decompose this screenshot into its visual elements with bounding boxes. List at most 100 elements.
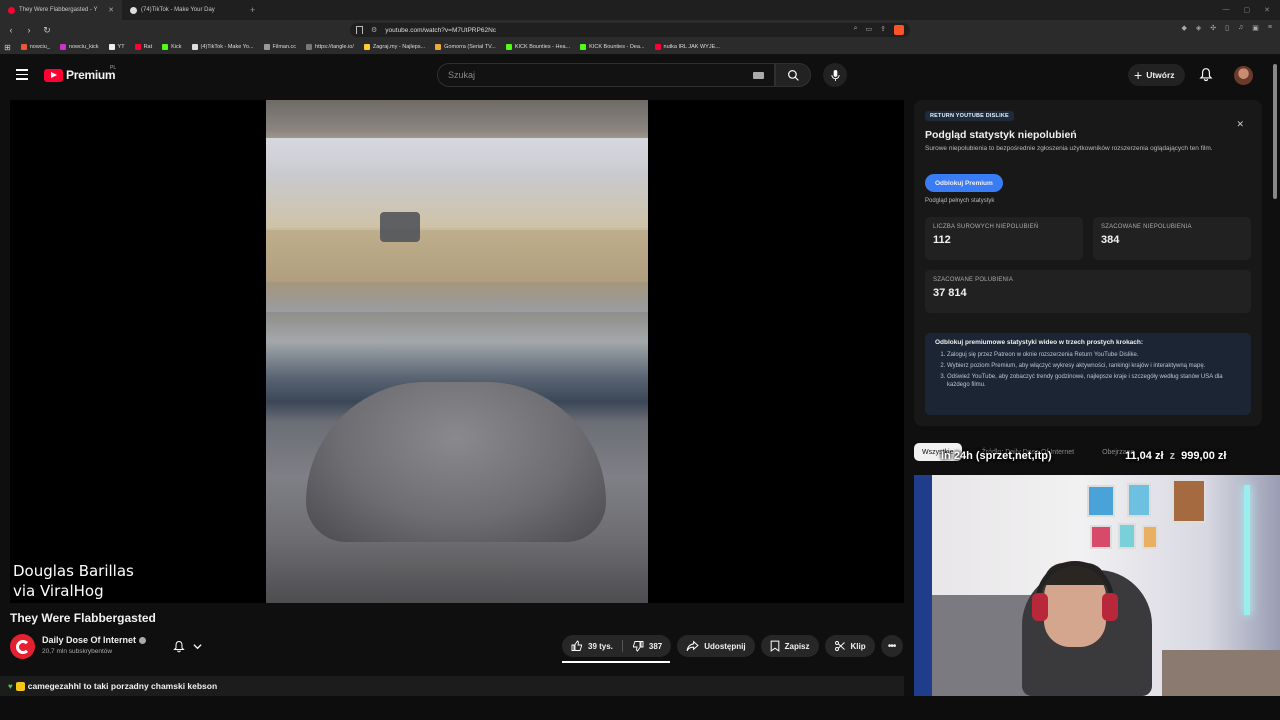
dislike-button[interactable]: 387 (623, 635, 671, 657)
bookmark-label: KICK Bounties - Hea... (514, 44, 571, 50)
stat-label: SZACOWANE NIEPOLUBIENIA (1101, 224, 1192, 230)
subscription-bell-button[interactable] (165, 635, 211, 657)
menu-hamburger-icon[interactable] (16, 69, 28, 83)
site-info-icon[interactable]: ⚙ (371, 26, 377, 34)
extension-icon[interactable]: ◈ (1196, 24, 1201, 32)
media-icon[interactable]: ♫ (1238, 24, 1243, 32)
close-window-icon[interactable]: ✕ (1264, 6, 1270, 14)
menu-icon[interactable]: ≡ (1268, 24, 1272, 32)
extension-icon[interactable]: ◆ (1182, 24, 1187, 32)
stat-estimated-likes: SZACOWANE POLUBIENIA 37 814 (925, 270, 1251, 313)
brave-shields-icon[interactable] (894, 25, 904, 35)
share-button[interactable]: Udostępnij (677, 635, 755, 657)
new-tab-icon[interactable]: + (244, 5, 261, 15)
close-icon[interactable]: ✕ (1236, 119, 1244, 130)
page-scrollbar[interactable] (1273, 60, 1278, 696)
dislike-count: 387 (648, 641, 663, 651)
youtube-logo[interactable]: Premium PL (44, 65, 116, 82)
channel-avatar[interactable] (10, 634, 35, 659)
voice-search-button[interactable] (823, 63, 847, 87)
screenshot-icon[interactable]: ▭ (866, 25, 873, 35)
scissors-icon (834, 641, 845, 651)
forward-icon[interactable]: › (22, 25, 36, 35)
preview-label: Podgląd pełnych statystyk (925, 198, 995, 204)
stat-value: 37 814 (933, 287, 967, 299)
keyboard-icon[interactable] (753, 72, 764, 79)
search-input[interactable]: Szukaj (437, 63, 775, 87)
notifications-button[interactable] (1199, 67, 1213, 87)
create-button[interactable]: + Utwórz (1128, 64, 1185, 86)
bookmark-label: Rat (143, 44, 153, 50)
scrollbar-thumb[interactable] (1273, 64, 1277, 199)
bookmarks-bar: ⊞ nowciu_ nowciu_kick YT Rat Kick (4)Tik… (0, 40, 1280, 55)
bookmark-item[interactable]: Filman.cc (263, 44, 296, 50)
youtube-favicon-icon (8, 6, 15, 14)
bookmark-item[interactable]: nowciu_kick (59, 44, 99, 50)
like-count: 39 tys. (588, 641, 613, 651)
thumbs-down-icon (632, 641, 644, 652)
close-tab-icon[interactable]: ✕ (108, 6, 114, 14)
user-avatar[interactable] (1234, 66, 1253, 85)
bookmark-item[interactable]: Zagraj.my - Najleps... (363, 44, 425, 50)
clip-label: Klip (850, 641, 866, 651)
minimize-icon[interactable]: — (1223, 6, 1230, 14)
like-dislike-group: 39 tys. 387 (562, 635, 672, 663)
more-actions-button[interactable]: ••• (880, 635, 903, 657)
bookmark-item[interactable]: nutka IRL JAK WYJE... (654, 44, 720, 50)
plus-icon: + (1134, 67, 1143, 83)
stat-value: 112 (933, 234, 951, 246)
stat-label: LICZBA SUROWYCH NIEPOLUBIEŃ (933, 224, 1039, 230)
donation-goal-progress: 11,04 zł z 999,00 zł (1125, 450, 1226, 462)
tab-tiktok[interactable]: (74)TikTok - Make Your Day (122, 0, 244, 20)
bookmark-item[interactable]: Gomorra (Serial TV... (435, 44, 496, 50)
ryd-stats-panel: RETURN YOUTUBE DISLIKE ✕ Podgląd statyst… (914, 100, 1262, 426)
url-text: youtube.com/watch?v=M7UtPRP62Nc (385, 26, 497, 34)
video-player[interactable]: Douglas Barillas via ViralHog (10, 100, 904, 603)
reload-icon[interactable]: ↻ (40, 25, 54, 36)
browser-tab-bar: They Were Flabbergasted - Y ✕ (74)TikTok… (0, 0, 1280, 20)
bookmark-item[interactable]: Rat (134, 44, 153, 50)
unlock-premium-button[interactable]: Odblokuj Premium (925, 174, 1003, 192)
share-icon[interactable]: ⇪ (880, 25, 886, 35)
extensions-area: ◆ ◈ ✣ ▯ ♫ ▣ ≡ (1182, 24, 1272, 32)
thumbs-up-icon (571, 640, 582, 651)
bookmark-item[interactable]: KICK Bounties - Dea... (580, 44, 645, 50)
bookmark-label: nowciu_kick (68, 44, 99, 50)
bookmark-item[interactable]: Kick (162, 44, 182, 50)
donation-separator: z (1169, 450, 1176, 462)
save-button[interactable]: Zapisz (760, 635, 819, 657)
bell-icon (1199, 68, 1213, 82)
bell-icon (173, 640, 185, 652)
clip-button[interactable]: Klip (824, 635, 875, 657)
bookmark-item[interactable]: https://tangle.io/ (306, 44, 354, 50)
bookmark-label: YT (117, 44, 125, 50)
bookmark-item[interactable]: KICK Bounties - Hea... (505, 44, 571, 50)
bookmark-item[interactable]: YT (108, 44, 125, 50)
premium-steps-box: Odblokuj premiumowe statystyki wideo w t… (925, 333, 1251, 415)
microphone-icon (830, 69, 840, 81)
bottom-strip (0, 696, 1280, 720)
url-field[interactable]: ⚙ youtube.com/watch?v=M7UtPRP62Nc ⌕ ▭ ⇪ (350, 23, 910, 37)
video-actions: 39 tys. 387 Udostępnij Zapisz Klip ••• (562, 635, 903, 663)
tab-youtube[interactable]: They Were Flabbergasted - Y ✕ (0, 0, 122, 20)
channel-name[interactable]: Daily Dose Of Internet (42, 635, 147, 645)
puzzle-icon[interactable]: ✣ (1210, 24, 1216, 32)
search-button[interactable] (775, 63, 811, 87)
sidebar-icon[interactable]: ▯ (1225, 24, 1229, 32)
bookmark-item[interactable]: (4)TikTok - Make Yo... (191, 44, 254, 50)
back-icon[interactable]: ‹ (4, 25, 18, 35)
tab-title: (74)TikTok - Make Your Day (141, 7, 215, 13)
like-button[interactable]: 39 tys. (562, 635, 622, 657)
verified-icon (139, 636, 147, 644)
bookmark-item[interactable]: nowciu_ (20, 44, 50, 50)
steps-list: Zaloguj się przez Patreon w oknie rozsze… (935, 351, 1241, 389)
bookmark-save-icon (770, 640, 779, 652)
apps-icon[interactable]: ⊞ (4, 43, 11, 52)
bookmark-icon[interactable] (356, 26, 363, 34)
ryd-tag: RETURN YOUTUBE DISLIKE (925, 111, 1014, 121)
tiktok-favicon-icon (130, 6, 137, 14)
share-icon (686, 640, 699, 652)
maximize-icon[interactable]: ▢ (1244, 6, 1251, 14)
wallet-icon[interactable]: ▣ (1252, 24, 1259, 32)
zoom-icon[interactable]: ⌕ (854, 25, 858, 35)
